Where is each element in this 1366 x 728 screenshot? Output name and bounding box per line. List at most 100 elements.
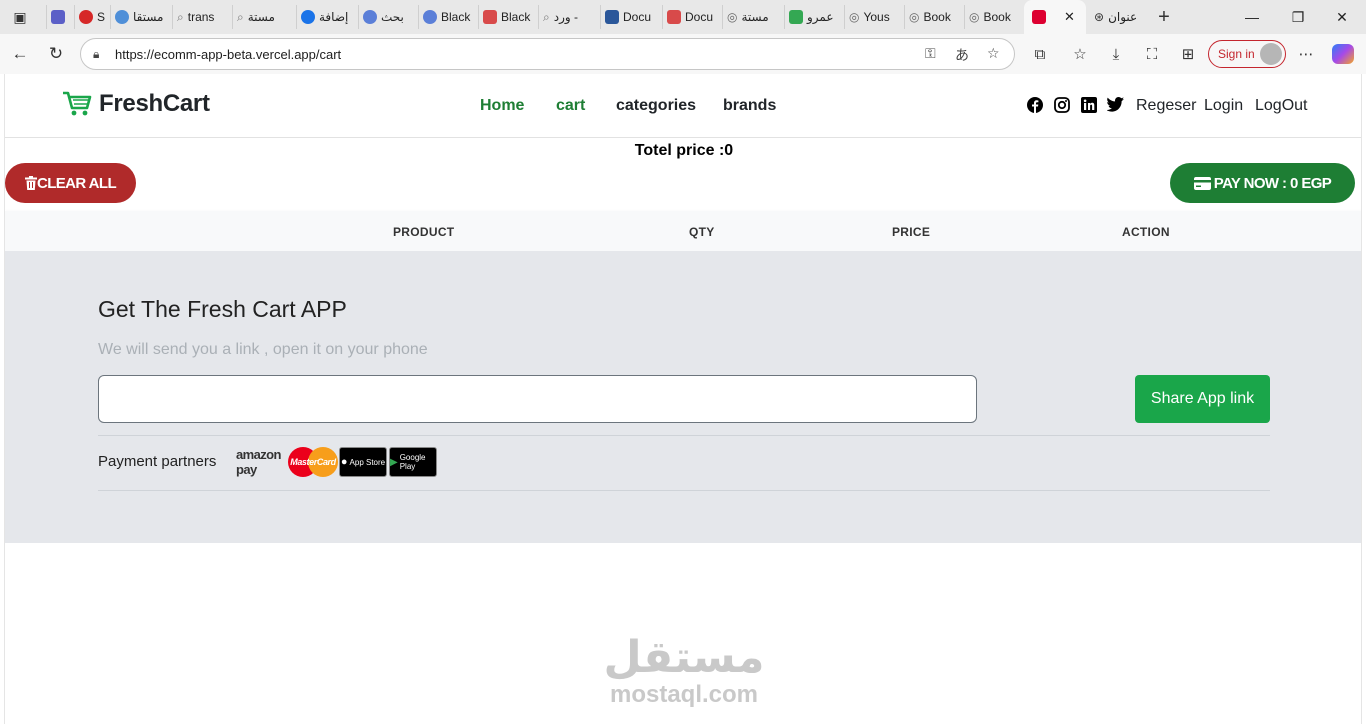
payment-partners-label: Payment partners: [98, 453, 217, 470]
browser-tab[interactable]: ◎ Book: [964, 5, 1022, 29]
browser-tab[interactable]: ◎ Book: [904, 5, 962, 29]
address-bar[interactable]: 🔒︎ https://ecomm-app-beta.vercel.app/car…: [80, 38, 1015, 70]
twitter-icon[interactable]: [1106, 97, 1124, 116]
pay-now-label: PAY NOW : 0 EGP: [1213, 174, 1332, 192]
browser-tab[interactable]: ⌕ ورد -: [538, 5, 598, 29]
browser-tab[interactable]: Docu: [662, 5, 720, 29]
favorite-star-icon[interactable]: ☆: [987, 45, 1000, 62]
tab-label: مستة: [247, 10, 275, 24]
browser-tab[interactable]: ◎ Yous: [844, 5, 902, 29]
app-footer: Get The Fresh Cart APP We will send you …: [5, 251, 1361, 543]
screenshot-icon[interactable]: ⛶: [1140, 43, 1164, 65]
app-store-text: App Store: [349, 457, 386, 467]
nav-link-cart[interactable]: cart: [556, 97, 585, 115]
brand-logo[interactable]: FreshCart: [61, 90, 210, 118]
downloads-icon[interactable]: ⤓: [1104, 43, 1128, 65]
url-text[interactable]: https://ecomm-app-beta.vercel.app/cart: [115, 47, 341, 62]
total-price: Totel price :0: [634, 142, 734, 159]
footer-title: Get The Fresh Cart APP: [98, 296, 347, 322]
app-store-badge: ● App Store: [339, 447, 387, 477]
browser-tab[interactable]: ⌕ مستة: [232, 5, 294, 29]
nav-link-brands[interactable]: brands: [723, 97, 776, 115]
apple-icon: ●: [340, 456, 348, 468]
brand-name: FreshCart: [99, 90, 210, 117]
word-icon: [605, 10, 619, 24]
browser-tab[interactable]: Black: [418, 5, 476, 29]
browser-tab-active[interactable]: ✕: [1024, 0, 1086, 34]
globe-icon: ◎: [969, 10, 980, 24]
mostaql-watermark: مستقل mostaql.com: [5, 634, 1361, 708]
browser-tab[interactable]: Docu: [600, 5, 660, 29]
trash-icon: [24, 176, 37, 190]
share-app-link-button[interactable]: Share App link: [1135, 375, 1270, 423]
browser-tab[interactable]: S: [74, 5, 108, 29]
search-icon: ⌕: [543, 9, 550, 24]
clear-all-button[interactable]: CLEAR ALL: [5, 163, 136, 203]
tab-label: بحث: [381, 10, 404, 24]
globe-icon: ◎: [909, 10, 920, 24]
close-tab-icon[interactable]: ✕: [1064, 9, 1075, 25]
tab-favicon-icon: [115, 10, 129, 24]
tab-actions-icon[interactable]: ▣: [8, 6, 32, 28]
tab-label: Book: [983, 10, 1011, 24]
browser-tab[interactable]: بحث: [358, 5, 416, 29]
minimize-icon[interactable]: —: [1232, 6, 1272, 28]
tab-label: مستقا: [133, 10, 164, 24]
key-icon[interactable]: ⚿: [925, 45, 936, 62]
browser-tab[interactable]: ◎ مستة: [722, 5, 782, 29]
column-header-product: PRODUCT: [393, 225, 455, 239]
share-link-input[interactable]: [98, 375, 977, 423]
copilot-icon[interactable]: [1332, 44, 1354, 64]
window-close-icon[interactable]: ✕: [1322, 6, 1362, 28]
tab-label: عمرو: [807, 10, 834, 24]
nav-link-login[interactable]: Login: [1204, 97, 1243, 115]
pdf-icon: [667, 10, 681, 24]
tab-favicon-icon: [79, 10, 93, 24]
tab-label: ورد -: [553, 10, 579, 24]
tab-favicon-icon: [301, 10, 315, 24]
linkedin-icon[interactable]: [1081, 97, 1097, 117]
translate-icon[interactable]: あ: [955, 45, 969, 65]
collections-icon[interactable]: ⊞: [1176, 43, 1200, 65]
nav-link-register[interactable]: Regeser: [1136, 97, 1196, 115]
restore-icon[interactable]: ❐: [1278, 6, 1318, 28]
angular-icon: [1032, 10, 1046, 24]
back-icon[interactable]: ←: [6, 41, 34, 67]
nav-link-categories[interactable]: categories: [616, 97, 696, 115]
pay-now-button[interactable]: PAY NOW : 0 EGP: [1170, 163, 1355, 203]
browser-tab-strip: ▣ S مستقا ⌕ trans ⌕ مستة إضافة بحث Black B…: [0, 0, 1366, 34]
globe-icon: ◎: [849, 10, 860, 24]
site-info-icon[interactable]: 🔒︎: [93, 47, 99, 62]
cart-table-header: PRODUCT QTY PRICE ACTION: [5, 211, 1361, 251]
globe-icon: ◎: [727, 10, 738, 24]
tab-favicon-icon: [423, 10, 437, 24]
tab-label: Book: [923, 10, 951, 24]
browser-tab[interactable]: إضافة: [296, 5, 356, 29]
facebook-icon[interactable]: [1027, 97, 1043, 117]
more-menu-icon[interactable]: ⋯: [1294, 43, 1318, 65]
new-tab-icon[interactable]: +: [1152, 6, 1176, 28]
nav-link-home[interactable]: Home: [480, 97, 524, 115]
column-header-qty: QTY: [689, 225, 715, 239]
instagram-icon[interactable]: [1054, 97, 1070, 117]
nav-link-logout[interactable]: LogOut: [1255, 97, 1307, 115]
browser-tab[interactable]: ⊛ عنوان: [1090, 5, 1148, 29]
mastercard-logo: MasterCard: [288, 447, 338, 477]
credit-card-icon: [1193, 176, 1211, 190]
sign-in-label: Sign in: [1218, 47, 1255, 61]
cart-logo-icon: [63, 91, 92, 116]
browser-tab[interactable]: Black: [478, 5, 536, 29]
browser-tab[interactable]: عمرو: [784, 5, 842, 29]
tab-label: Yous: [863, 10, 890, 24]
pdf-icon: [483, 10, 497, 24]
extensions-icon[interactable]: ⧉: [1028, 43, 1052, 65]
browser-tab[interactable]: ⌕ trans: [172, 5, 230, 29]
browser-tab[interactable]: مستقا: [110, 5, 170, 29]
tab-label: Docu: [685, 10, 714, 24]
favorites-icon[interactable]: ☆: [1068, 43, 1092, 65]
divider: [98, 490, 1270, 491]
sign-in-button[interactable]: Sign in: [1208, 40, 1286, 68]
reload-icon[interactable]: ↻: [42, 41, 70, 67]
browser-tab[interactable]: [46, 5, 68, 29]
clear-all-label: CLEAR ALL: [36, 174, 117, 192]
